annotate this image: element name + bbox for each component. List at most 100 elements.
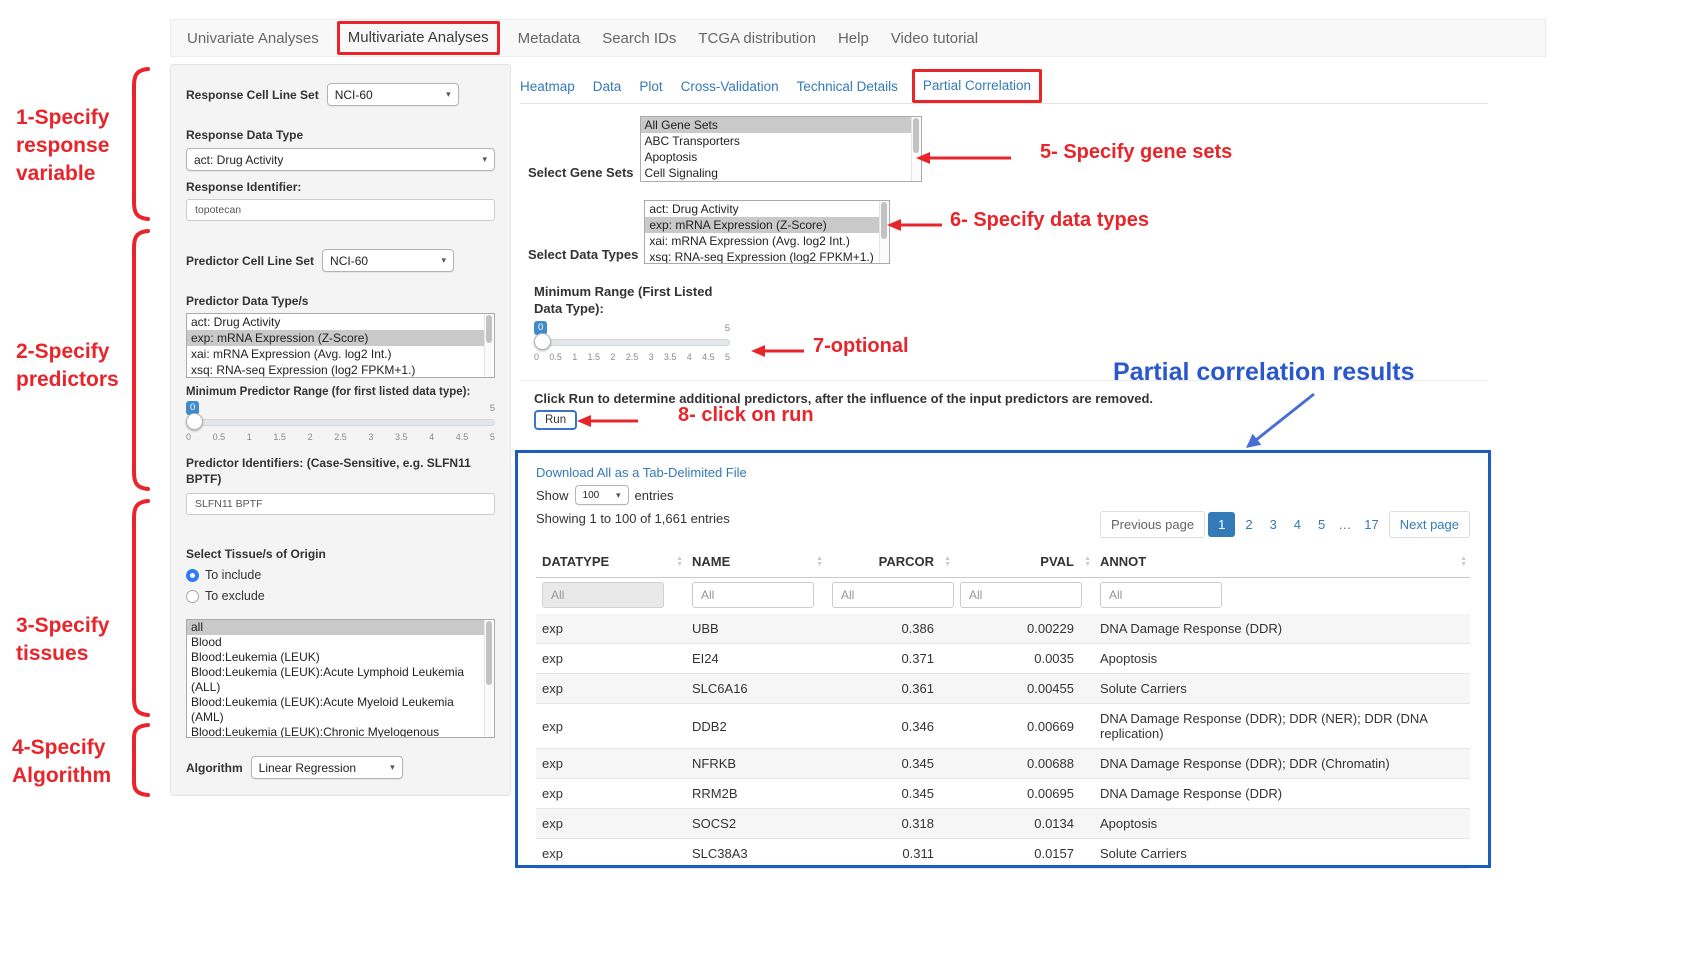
list-option[interactable]: xsq: RNA-seq Expression (log2 FPKM+1.) [187, 362, 484, 378]
nav-metadata[interactable]: Metadata [518, 30, 581, 47]
results-table: DATATYPE ▲▼ NAME ▲▼ PARCOR ▲▼ PVAL ▲▼ [536, 546, 1470, 869]
list-option[interactable]: Blood [187, 635, 484, 650]
nav-tcga-distribution[interactable]: TCGA distribution [698, 30, 816, 47]
tab-technical-details[interactable]: Technical Details [797, 79, 898, 94]
algorithm-select[interactable]: Linear Regression ▾ [251, 756, 403, 779]
annotation-bracket-2 [126, 228, 152, 492]
cell-pval: 0.00229 [954, 614, 1094, 644]
page-button-17[interactable]: 17 [1357, 512, 1385, 537]
scrollbar-thumb[interactable] [486, 621, 492, 685]
min-predictor-range-slider[interactable]: 0 5 0 0.5 1 1.5 2 2.5 3 3.5 4 4.5 5 [186, 401, 495, 445]
scrollbar[interactable] [484, 314, 494, 377]
list-option[interactable]: xai: mRNA Expression (Avg. log2 Int.) [645, 233, 879, 249]
column-header-datatype[interactable]: DATATYPE ▲▼ [536, 546, 686, 578]
slider-ticks: 0 0.5 1 1.5 2 2.5 3 3.5 4 4.5 5 [534, 352, 730, 362]
column-header-parcor[interactable]: PARCOR ▲▼ [826, 546, 954, 578]
next-page-button[interactable]: Next page [1389, 511, 1470, 538]
slider-tick: 5 [725, 352, 730, 362]
data-types-listbox[interactable]: act: Drug Activity exp: mRNA Expression … [644, 200, 890, 264]
nav-univariate-analyses[interactable]: Univariate Analyses [187, 30, 319, 47]
table-header-row: DATATYPE ▲▼ NAME ▲▼ PARCOR ▲▼ PVAL ▲▼ [536, 546, 1470, 578]
cell-annot: Apoptosis [1094, 644, 1470, 674]
page-button-1[interactable]: 1 [1208, 512, 1235, 537]
page-button-2[interactable]: 2 [1238, 512, 1259, 537]
filter-name-input[interactable]: All [692, 582, 814, 608]
list-option-selected[interactable]: exp: mRNA Expression (Z-Score) [187, 330, 484, 346]
list-option[interactable]: act: Drug Activity [645, 201, 879, 217]
tab-data[interactable]: Data [593, 79, 622, 94]
list-option[interactable]: Blood:Leukemia (LEUK):Chronic Myelogenou… [187, 725, 484, 738]
sort-icon[interactable]: ▲▼ [676, 556, 683, 568]
list-option[interactable]: ABC Transporters [641, 133, 911, 149]
tab-cross-validation[interactable]: Cross-Validation [681, 79, 779, 94]
predictor-identifiers-input[interactable]: SLFN11 BPTF [186, 493, 495, 515]
column-header-pval[interactable]: PVAL ▲▼ [954, 546, 1094, 578]
tissue-listbox[interactable]: all Blood Blood:Leukemia (LEUK) Blood:Le… [186, 619, 495, 738]
page-ellipsis: … [1335, 512, 1354, 537]
slider-handle[interactable] [534, 333, 551, 350]
cell-datatype: exp [536, 614, 686, 644]
scrollbar-thumb[interactable] [913, 118, 919, 153]
list-option[interactable]: Blood:Leukemia (LEUK):Acute Myeloid Leuk… [187, 695, 484, 725]
run-button[interactable]: Run [534, 410, 577, 430]
previous-page-button[interactable]: Previous page [1100, 511, 1205, 538]
slider-tick: 5 [490, 432, 495, 442]
filter-parcor-input[interactable]: All [832, 582, 954, 608]
scrollbar[interactable] [484, 620, 494, 737]
tissue-exclude-radio[interactable]: To exclude [186, 589, 495, 603]
page-button-4[interactable]: 4 [1287, 512, 1308, 537]
filter-pval-input[interactable]: All [960, 582, 1082, 608]
min-range-slider[interactable]: 0 5 0 0.5 1 1.5 2 2.5 3 3.5 4 4.5 5 [534, 321, 730, 365]
sort-icon[interactable]: ▲▼ [944, 556, 951, 568]
predictor-data-types-listbox[interactable]: act: Drug Activity exp: mRNA Expression … [186, 313, 495, 378]
slider-tick: 3.5 [395, 432, 408, 442]
list-option-selected[interactable]: All Gene Sets [641, 117, 911, 133]
column-header-name[interactable]: NAME ▲▼ [686, 546, 826, 578]
tissue-include-radio[interactable]: To include [186, 568, 495, 582]
table-filter-row: All All All All All [536, 578, 1470, 615]
list-option[interactable]: xai: mRNA Expression (Avg. log2 Int.) [187, 346, 484, 362]
tab-partial-correlation[interactable]: Partial Correlation [923, 78, 1031, 93]
list-option[interactable]: Blood:Leukemia (LEUK):Acute Lymphoid Leu… [187, 665, 484, 695]
response-data-type-select[interactable]: act: Drug Activity ▾ [186, 148, 495, 171]
nav-multivariate-analyses[interactable]: Multivariate Analyses [348, 29, 489, 46]
table-info-row: Showing 1 to 100 of 1,661 entries Previo… [536, 511, 1470, 538]
list-option-selected[interactable]: all [187, 620, 484, 635]
tab-heatmap[interactable]: Heatmap [520, 79, 575, 94]
tab-plot[interactable]: Plot [639, 79, 662, 94]
table-row: exp DDB2 0.346 0.00669 DNA Damage Respon… [536, 704, 1470, 749]
list-option[interactable]: xsq: RNA-seq Expression (log2 FPKM+1.) [645, 249, 879, 264]
annotation-arrow-8 [574, 412, 640, 430]
column-label: NAME [692, 554, 730, 569]
sort-icon[interactable]: ▲▼ [1084, 556, 1091, 568]
cell-datatype: exp [536, 749, 686, 779]
scrollbar-thumb[interactable] [486, 315, 492, 343]
download-tab-delimited-link[interactable]: Download All as a Tab-Delimited File [536, 465, 1470, 480]
list-option-selected[interactable]: exp: mRNA Expression (Z-Score) [645, 217, 879, 233]
list-option[interactable]: act: Drug Activity [187, 314, 484, 330]
response-identifier-input[interactable]: topotecan [186, 199, 495, 221]
nav-search-ids[interactable]: Search IDs [602, 30, 676, 47]
list-option[interactable]: Cell Signaling [641, 165, 911, 181]
show-label: Show [536, 488, 569, 503]
page-button-5[interactable]: 5 [1311, 512, 1332, 537]
nav-help[interactable]: Help [838, 30, 869, 47]
predictor-cell-line-set-select[interactable]: NCI-60 ▾ [322, 249, 454, 272]
slider-track[interactable] [534, 339, 730, 346]
cell-datatype: exp [536, 779, 686, 809]
sort-icon[interactable]: ▲▼ [816, 556, 823, 568]
response-cell-line-set-select[interactable]: NCI-60 ▾ [327, 83, 459, 106]
nav-video-tutorial[interactable]: Video tutorial [891, 30, 978, 47]
entries-count-select[interactable]: 100 ▾ [575, 485, 629, 505]
list-option[interactable]: Blood:Leukemia (LEUK) [187, 650, 484, 665]
gene-sets-listbox[interactable]: All Gene Sets ABC Transporters Apoptosis… [640, 116, 922, 182]
slider-handle[interactable] [186, 413, 203, 430]
column-header-annot[interactable]: ANNOT ▲▼ [1094, 546, 1470, 578]
list-option[interactable]: Apoptosis [641, 149, 911, 165]
slider-track[interactable] [186, 419, 495, 426]
sort-icon[interactable]: ▲▼ [1460, 556, 1467, 568]
filter-datatype-input[interactable]: All [542, 582, 664, 608]
page-button-3[interactable]: 3 [1263, 512, 1284, 537]
slider-tick: 3 [649, 352, 654, 362]
filter-annot-input[interactable]: All [1100, 582, 1222, 608]
